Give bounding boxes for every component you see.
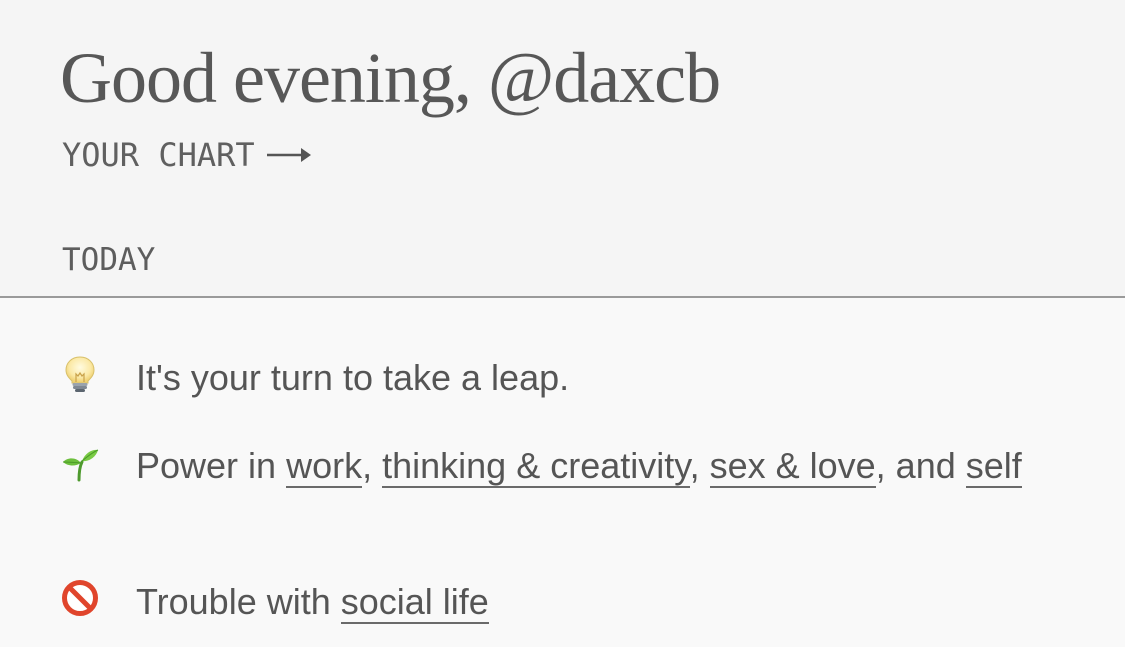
separator: , and [875, 445, 966, 486]
link-self[interactable]: self [965, 445, 1022, 488]
section-label-today: TODAY [62, 242, 156, 278]
link-social-life[interactable]: social life [340, 581, 489, 624]
arrow-right-icon [266, 148, 311, 162]
greeting-title: Good evening, @daxcb [60, 38, 721, 118]
your-chart-label: YOUR CHART [62, 136, 255, 174]
seedling-icon [62, 449, 99, 482]
header: Good evening, @daxcb YOUR CHART TODAY [0, 0, 1125, 298]
separator: , [689, 445, 710, 486]
no-entry-icon [62, 580, 98, 616]
item-text: Power in work, thinking & creativity, se… [136, 442, 1080, 490]
item-text: Trouble with social life [136, 578, 1080, 626]
link-thinking-creativity[interactable]: thinking & creativity [382, 445, 690, 488]
separator: , [362, 445, 383, 486]
lightbulb-icon [65, 356, 95, 392]
item-prefix: Trouble with [136, 581, 341, 622]
your-chart-link[interactable]: YOUR CHART [62, 135, 311, 175]
item-text: It's your turn to take a leap. [136, 357, 570, 398]
link-sex-love[interactable]: sex & love [709, 445, 876, 488]
link-work[interactable]: work [286, 445, 363, 488]
item-prefix: Power in [136, 445, 287, 486]
